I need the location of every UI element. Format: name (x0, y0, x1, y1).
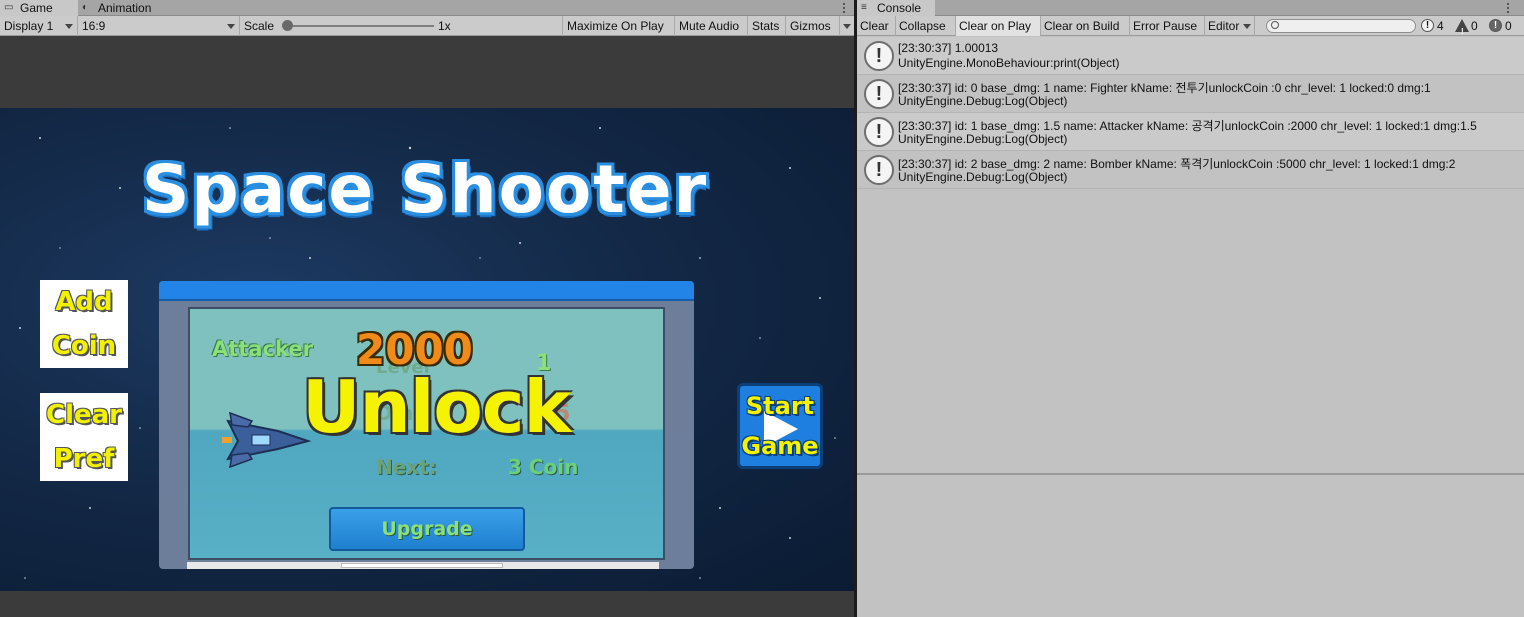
info-icon: ! (864, 117, 894, 147)
gamepad-icon: ▭ (4, 2, 14, 13)
aspect-dropdown[interactable]: 16:9 (78, 16, 240, 36)
info-icon: ! (864, 41, 894, 71)
clear-on-build-label: Clear on Build (1044, 19, 1120, 33)
scale-label: Scale (244, 19, 275, 33)
log-count-toggle[interactable]: ! 4 (1421, 16, 1444, 36)
animation-icon: ◐ (82, 2, 89, 13)
game-panel: ▭ Game ◐ Animation Display 1 16:9 Scale … (0, 0, 854, 617)
editor-label: Editor (1208, 19, 1240, 33)
add-coin-button[interactable]: Add Coin (40, 280, 128, 368)
stats-label: Stats (752, 19, 780, 33)
tab-game-label: Game (20, 1, 53, 15)
console-toolbar: Clear Collapse Clear on Play Clear on Bu… (857, 16, 1524, 36)
collapse-toggle[interactable]: Collapse (896, 16, 956, 36)
tab-animation-label: Animation (98, 1, 152, 15)
character-name: Attacker (212, 337, 313, 361)
maximize-on-play-toggle[interactable]: Maximize On Play (563, 16, 675, 36)
console-tabbar: ≡ Console (857, 0, 1524, 16)
log-stacktrace: UnityEngine.Debug:Log(Object) (898, 170, 1068, 184)
mute-label: Mute Audio (679, 19, 740, 33)
clear-button[interactable]: Clear (857, 16, 896, 36)
warning-count: 0 (1471, 19, 1478, 33)
gizmos-toggle[interactable]: Gizmos (786, 16, 840, 36)
clear-pref-line1: Clear (46, 400, 122, 430)
maximize-label: Maximize On Play (567, 19, 664, 33)
gizmos-dropdown[interactable] (840, 16, 854, 36)
info-icon: ! (864, 155, 894, 185)
unity-editor: ▭ Game ◐ Animation Display 1 16:9 Scale … (0, 0, 1524, 617)
display-dropdown[interactable]: Display 1 (0, 16, 78, 36)
log-entry[interactable]: ! [23:30:37] id: 1 base_dmg: 1.5 name: A… (857, 113, 1524, 151)
error-count-toggle[interactable]: ! 0 (1489, 16, 1512, 36)
clear-label: Clear (860, 19, 889, 33)
add-coin-line2: Coin (51, 331, 117, 361)
start-game-line2: Game (741, 432, 819, 460)
game-menu-icon[interactable] (840, 2, 848, 14)
chevron-down-icon (227, 24, 235, 29)
log-stacktrace: UnityEngine.Debug:Log(Object) (898, 132, 1068, 146)
aspect-value: 16:9 (82, 19, 106, 33)
console-search-input[interactable] (1266, 19, 1416, 33)
game-title: Space Shooter (141, 151, 709, 228)
tab-game[interactable]: ▭ Game (0, 0, 78, 16)
stats-toggle[interactable]: Stats (748, 16, 786, 36)
display-value: Display 1 (4, 19, 54, 33)
log-entry[interactable]: ! [23:30:37] id: 2 base_dmg: 2 name: Bom… (857, 151, 1524, 189)
tab-console[interactable]: ≡ Console (857, 0, 935, 16)
warning-icon: ! (1455, 19, 1469, 36)
log-message: [23:30:37] 1.00013 (898, 41, 999, 55)
search-icon (1271, 21, 1279, 29)
log-entry[interactable]: ! [23:30:37] 1.00013 UnityEngine.MonoBeh… (857, 37, 1524, 75)
info-icon: ! (864, 79, 894, 109)
error-count: 0 (1505, 19, 1512, 33)
clear-on-play-label: Clear on Play (959, 19, 1032, 33)
clear-pref-line2: Pref (53, 444, 115, 474)
mute-audio-toggle[interactable]: Mute Audio (675, 16, 748, 36)
game-toolbar: Display 1 16:9 Scale 1x Maximize On Play… (0, 16, 854, 36)
start-game-line1: Start (745, 392, 815, 420)
error-pause-label: Error Pause (1133, 19, 1198, 33)
log-stacktrace: UnityEngine.Debug:Log(Object) (898, 94, 1068, 108)
character-card: Attacker Level 1 Dmg 1.5 2000 Unlock Nex… (159, 281, 694, 569)
start-game-button[interactable]: Start Game (737, 383, 823, 469)
clear-pref-button[interactable]: Clear Pref (40, 393, 128, 481)
gizmos-label: Gizmos (790, 19, 831, 33)
error-pause-toggle[interactable]: Error Pause (1130, 16, 1205, 36)
scale-slider-track[interactable] (286, 25, 434, 27)
error-icon: ! (1489, 19, 1502, 32)
add-coin-line1: Add (55, 287, 113, 317)
collapse-label: Collapse (899, 19, 946, 33)
upgrade-button[interactable]: Upgrade (329, 507, 525, 551)
console-log-list[interactable]: ! [23:30:37] 1.00013 UnityEngine.MonoBeh… (857, 37, 1524, 473)
game-tabbar: ▭ Game ◐ Animation (0, 0, 854, 16)
scale-slider-thumb[interactable] (282, 20, 293, 31)
console-detail-pane[interactable] (857, 475, 1524, 617)
editor-dropdown[interactable]: Editor (1205, 16, 1255, 36)
log-stacktrace: UnityEngine.MonoBehaviour:print(Object) (898, 56, 1120, 70)
card-scrollbar[interactable] (187, 562, 659, 569)
console-panel: ≡ Console Clear Collapse Clear on Play C… (857, 0, 1524, 617)
clear-on-build-toggle[interactable]: Clear on Build (1041, 16, 1130, 36)
console-menu-icon[interactable] (1504, 2, 1512, 14)
card-scrollbar-thumb[interactable] (341, 563, 503, 568)
console-icon: ≡ (861, 2, 867, 13)
card-header-bar (159, 281, 694, 301)
warning-count-toggle[interactable]: ! 0 (1455, 16, 1478, 36)
chevron-down-icon (843, 24, 851, 29)
character-panel[interactable]: Attacker Level 1 Dmg 1.5 2000 Unlock Nex… (188, 307, 665, 560)
log-entry[interactable]: ! [23:30:37] id: 0 base_dmg: 1 name: Fig… (857, 75, 1524, 113)
scale-value: 1x (438, 19, 451, 33)
info-icon: ! (1421, 19, 1434, 32)
unlock-button[interactable]: Unlock (302, 365, 571, 449)
log-count: 4 (1437, 19, 1444, 33)
chevron-down-icon (1243, 24, 1251, 29)
tab-animation[interactable]: ◐ Animation (78, 0, 178, 16)
tab-console-label: Console (877, 1, 922, 15)
next-cost-value: 3 Coin (508, 455, 579, 479)
clear-on-play-toggle[interactable]: Clear on Play (956, 16, 1041, 36)
game-viewport[interactable]: Space Shooter Add Coin Clear Pref Start … (0, 108, 854, 591)
chevron-down-icon (65, 24, 73, 29)
next-label: Next: (376, 455, 437, 479)
